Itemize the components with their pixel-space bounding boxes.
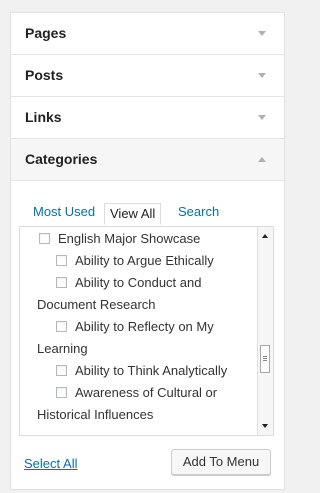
section-posts-title: Posts <box>25 67 64 83</box>
section-pages-title: Pages <box>25 25 67 41</box>
section-categories-title: Categories <box>25 151 98 167</box>
category-label: Ability to Think Analytically <box>75 363 228 378</box>
tab-most-used[interactable]: Most Used <box>33 204 95 219</box>
list-item-wrap: Document Research <box>37 297 156 312</box>
section-links-title: Links <box>25 109 62 125</box>
scrollbar-thumb[interactable] <box>260 345 270 373</box>
category-checkbox[interactable] <box>56 365 67 376</box>
list-item[interactable]: English Major Showcase <box>39 231 200 246</box>
list-item-wrap: Learning <box>37 341 88 356</box>
category-label: Awareness of Cultural or <box>75 385 218 400</box>
chevron-up-icon <box>258 157 266 162</box>
list-item[interactable]: Ability to Conduct and <box>56 275 201 290</box>
chevron-down-icon <box>258 73 266 78</box>
section-links[interactable]: Links <box>11 97 284 139</box>
category-label: Ability to Reflecty on My <box>75 319 214 334</box>
scroll-down-arrow-icon[interactable] <box>262 424 268 428</box>
list-item[interactable]: Ability to Reflecty on My <box>56 319 214 334</box>
category-checkbox[interactable] <box>56 321 67 332</box>
category-checklist[interactable]: English Major Showcase Ability to Argue … <box>19 226 274 436</box>
category-checkbox[interactable] <box>56 255 67 266</box>
tab-search[interactable]: Search <box>178 204 219 219</box>
list-item-wrap: Historical Influences <box>37 407 154 422</box>
section-posts[interactable]: Posts <box>11 55 284 97</box>
scroll-up-arrow-icon[interactable] <box>262 234 268 238</box>
category-checkbox[interactable] <box>56 387 67 398</box>
list-item[interactable]: Ability to Think Analytically <box>56 363 227 378</box>
category-checkbox[interactable] <box>39 233 50 244</box>
category-label: Ability to Conduct and <box>75 275 202 290</box>
add-to-menu-button[interactable]: Add To Menu <box>171 449 271 475</box>
category-checkbox[interactable] <box>56 277 67 288</box>
category-label: English Major Showcase <box>58 231 201 246</box>
tab-view-all[interactable]: View All <box>104 203 162 225</box>
section-pages[interactable]: Pages <box>11 13 284 55</box>
chevron-down-icon <box>258 31 266 36</box>
select-all-link[interactable]: Select All <box>24 456 77 471</box>
list-item[interactable]: Awareness of Cultural or <box>56 385 217 400</box>
list-item[interactable]: Ability to Argue Ethically <box>56 253 214 268</box>
section-categories[interactable]: Categories <box>11 139 284 181</box>
chevron-down-icon <box>258 115 266 120</box>
scrollbar[interactable] <box>257 227 273 435</box>
category-label: Ability to Argue Ethically <box>75 253 214 268</box>
